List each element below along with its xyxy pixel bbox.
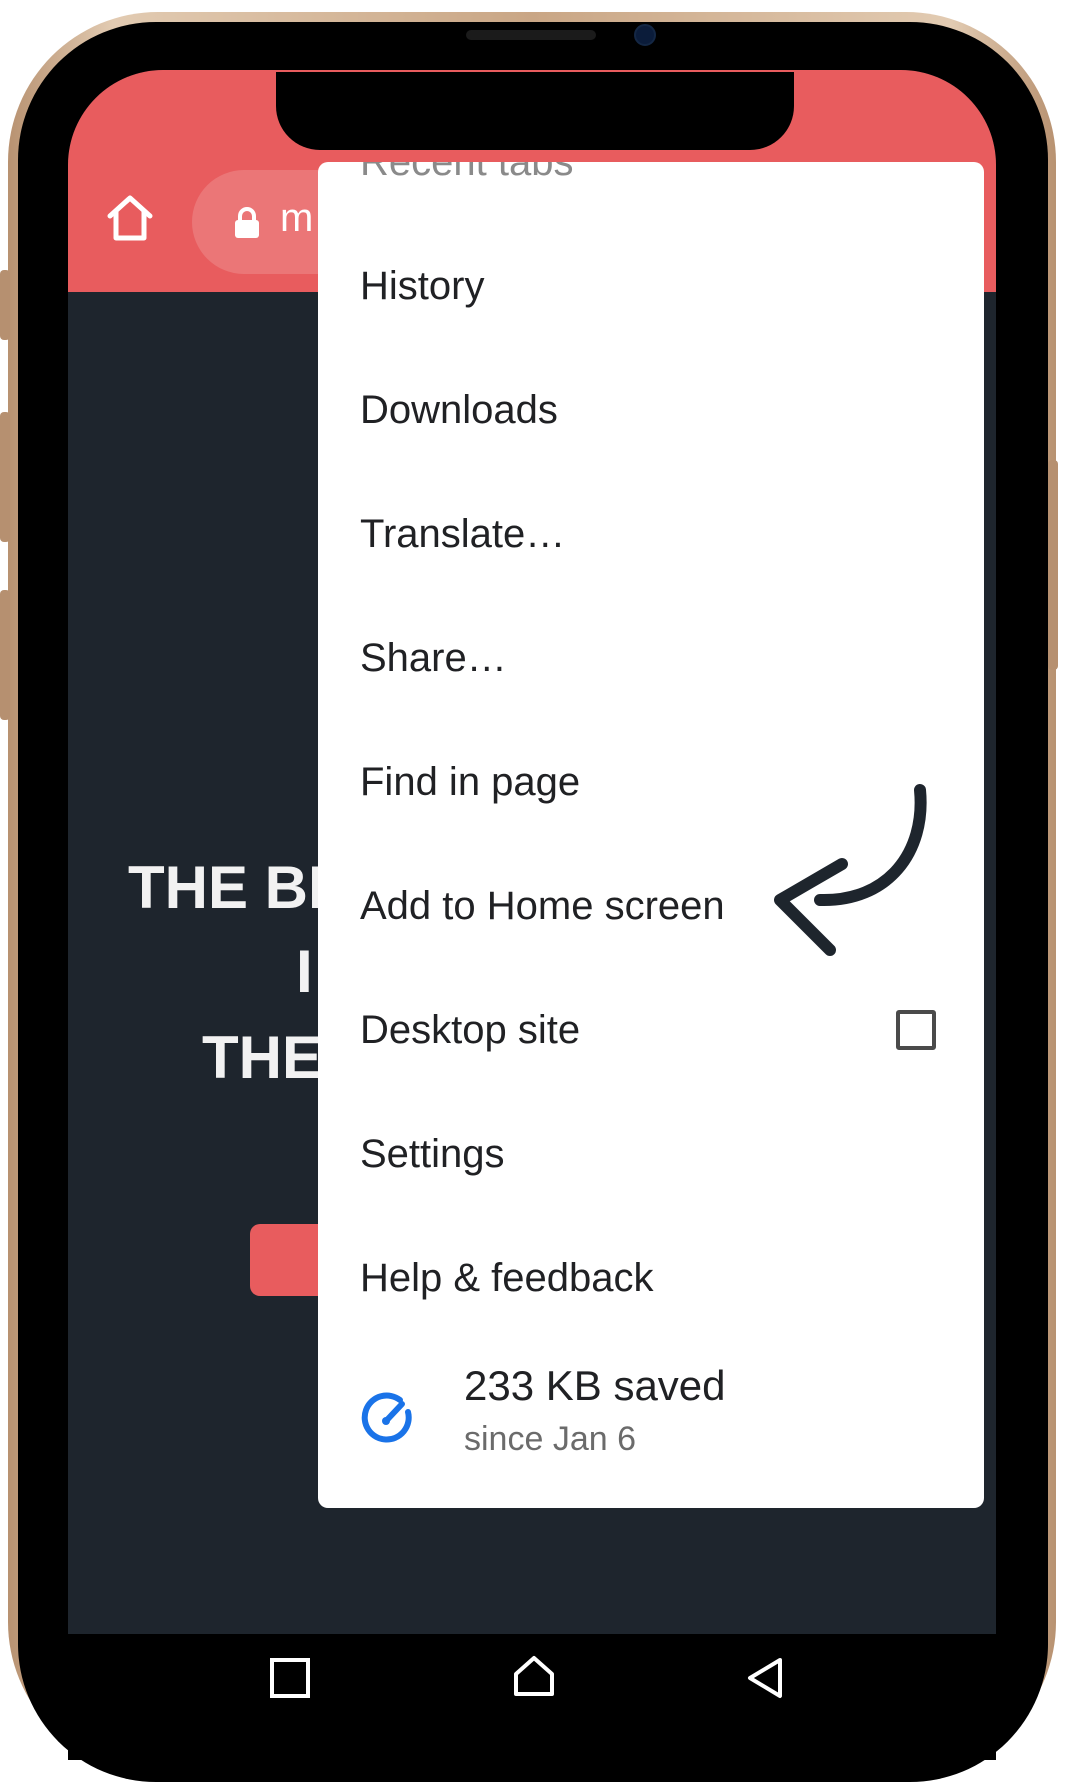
hero-text-line-1: THE BI: [128, 854, 325, 921]
data-saver-summary[interactable]: 233 KB saved since Jan 6: [318, 1346, 984, 1486]
menu-item-label: Desktop site: [360, 1007, 581, 1052]
menu-item-label: History: [360, 263, 485, 308]
data-saved-amount: 233 KB saved: [464, 1362, 726, 1409]
hero-text-line-2: I: [296, 938, 313, 1005]
menu-item-label: Add to Home screen: [360, 883, 725, 928]
navigation-bar: [68, 1634, 996, 1760]
menu-item-desktop-site[interactable]: Desktop site: [318, 968, 984, 1092]
menu-item-label: Downloads: [360, 387, 558, 432]
curved-arrow-icon: [774, 784, 927, 956]
speaker-grille: [466, 30, 596, 40]
hero-text-line-3: THE: [202, 1024, 322, 1091]
menu-item-label: Translate…: [360, 511, 566, 556]
recent-apps-icon[interactable]: [270, 1658, 310, 1698]
home-icon[interactable]: [104, 192, 156, 244]
menu-item-help-feedback[interactable]: Help & feedback: [318, 1216, 984, 1340]
back-icon[interactable]: [744, 1656, 784, 1700]
power-button: [1048, 460, 1058, 670]
menu-item-settings[interactable]: Settings: [318, 1092, 984, 1216]
menu-item-label: Find in page: [360, 759, 581, 804]
menu-item-recent-tabs[interactable]: Recent tabs: [360, 162, 573, 185]
desktop-site-checkbox[interactable]: [896, 1010, 936, 1050]
menu-item-share[interactable]: Share…: [318, 596, 984, 720]
volume-up-button: [0, 412, 10, 542]
lock-icon: [235, 207, 259, 238]
menu-item-translate[interactable]: Translate…: [318, 472, 984, 596]
home-icon[interactable]: [512, 1654, 556, 1698]
data-saved-since: since Jan 6: [464, 1420, 636, 1458]
menu-item-label: Help & feedback: [360, 1255, 654, 1300]
menu-item-label: Share…: [360, 635, 507, 680]
front-camera: [634, 24, 656, 46]
menu-item-label: Settings: [360, 1131, 505, 1176]
menu-item-history[interactable]: History: [318, 224, 984, 348]
url-text: m: [280, 196, 314, 240]
volume-button: [0, 270, 10, 340]
speedometer-icon: [361, 1392, 412, 1443]
volume-down-button: [0, 590, 10, 720]
notch: [276, 72, 794, 150]
menu-item-downloads[interactable]: Downloads: [318, 348, 984, 472]
